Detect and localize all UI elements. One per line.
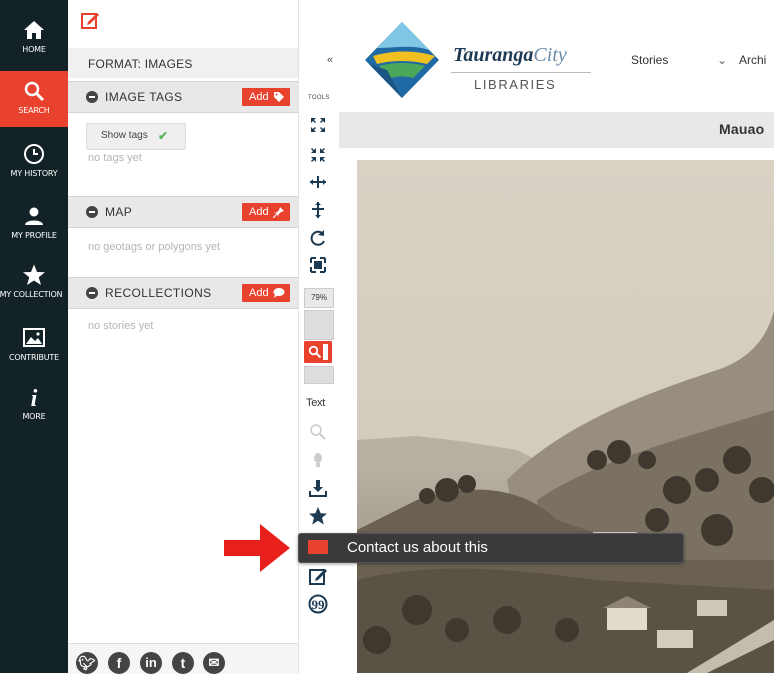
zoom-track bbox=[304, 366, 334, 384]
collapse-icon[interactable] bbox=[86, 206, 98, 218]
home-icon bbox=[24, 21, 44, 39]
svg-text:99: 99 bbox=[312, 597, 326, 612]
red-arrow-annotation bbox=[224, 524, 290, 572]
rotate-icon[interactable] bbox=[308, 228, 328, 248]
text-lines-icon bbox=[323, 344, 328, 360]
show-tags-button[interactable]: Show tags ✔ bbox=[86, 123, 186, 150]
section-title: MAP bbox=[105, 205, 133, 219]
lightbulb-icon bbox=[314, 453, 322, 467]
linkedin-icon[interactable]: in bbox=[140, 652, 162, 674]
expand-icon[interactable] bbox=[308, 115, 328, 135]
info-icon: i bbox=[31, 386, 38, 409]
zoom-slider[interactable] bbox=[304, 310, 334, 340]
search-in-image-button[interactable] bbox=[304, 341, 332, 363]
nav-more[interactable]: i MORE bbox=[0, 385, 68, 421]
site-header: TaurangaCity LIBRARIES Stories ⌄ Archi bbox=[339, 0, 774, 113]
fit-screen-icon[interactable] bbox=[308, 255, 328, 275]
tag-icon bbox=[274, 92, 284, 102]
fit-height-icon[interactable] bbox=[308, 200, 328, 220]
search-icon bbox=[24, 81, 45, 102]
main-area: TaurangaCity LIBRARIES Stories ⌄ Archi M… bbox=[339, 0, 774, 673]
collapse-icon[interactable] bbox=[86, 287, 98, 299]
nav-label: MY COLLECTION bbox=[0, 290, 63, 299]
tooltip-text: Contact us about this bbox=[347, 539, 488, 556]
nav-label: CONTRIBUTE bbox=[9, 353, 59, 362]
nav-home[interactable]: HOME bbox=[0, 18, 68, 54]
email-icon[interactable]: ✉ bbox=[203, 652, 225, 674]
panel-header bbox=[68, 0, 298, 48]
collapse-icon[interactable] bbox=[86, 91, 98, 103]
nav-history[interactable]: MY HISTORY bbox=[0, 142, 68, 178]
brand-name: TaurangaCity bbox=[453, 44, 567, 66]
tumblr-icon[interactable]: t bbox=[172, 652, 194, 674]
nav-label: HOME bbox=[22, 45, 46, 54]
email-icon bbox=[308, 540, 328, 554]
nav-collection[interactable]: MY COLLECTION bbox=[0, 263, 68, 299]
chevron-down-icon[interactable]: ⌄ bbox=[717, 53, 727, 67]
facebook-icon[interactable]: f bbox=[108, 652, 130, 674]
nav-label: MY PROFILE bbox=[11, 231, 57, 240]
nav-search[interactable]: SEARCH bbox=[0, 71, 68, 127]
shrink-icon[interactable] bbox=[308, 145, 328, 165]
brand-divider bbox=[451, 72, 591, 73]
map-empty: no geotags or polygons yet bbox=[88, 241, 221, 253]
add-recollection-button[interactable]: Add bbox=[242, 284, 290, 302]
nav-stories[interactable]: Stories bbox=[631, 53, 668, 67]
section-title: RECOLLECTIONS bbox=[105, 286, 212, 300]
download-icon[interactable] bbox=[308, 478, 328, 498]
add-map-button[interactable]: Add bbox=[242, 203, 290, 221]
star-icon bbox=[23, 264, 45, 285]
recollections-empty: no stories yet bbox=[88, 320, 154, 332]
star-icon[interactable] bbox=[308, 506, 328, 526]
zoom-level: 79% bbox=[304, 288, 334, 308]
clock-icon bbox=[24, 144, 44, 164]
historic-photo[interactable] bbox=[357, 160, 774, 673]
nav-label: SEARCH bbox=[18, 106, 50, 115]
checkmark-icon: ✔ bbox=[158, 129, 169, 143]
tools-label: TOOLS bbox=[308, 95, 330, 101]
collapse-panel-icon[interactable]: « bbox=[327, 54, 333, 66]
search-disabled-icon bbox=[310, 424, 326, 440]
add-tag-button[interactable]: Add bbox=[242, 88, 290, 106]
image-tags-header[interactable]: IMAGE TAGS Add bbox=[68, 81, 298, 113]
contact-tooltip[interactable]: Contact us about this bbox=[298, 533, 684, 563]
pin-icon bbox=[273, 207, 284, 218]
format-label: FORMAT: IMAGES bbox=[88, 57, 193, 71]
twitter-icon[interactable]: 🐦︎ bbox=[76, 652, 98, 674]
recollections-header[interactable]: RECOLLECTIONS Add bbox=[68, 277, 298, 309]
user-icon bbox=[25, 207, 43, 225]
edit-icon[interactable] bbox=[80, 10, 100, 30]
tauranga-logo-icon[interactable] bbox=[363, 20, 441, 100]
edit-icon[interactable] bbox=[308, 566, 328, 586]
map-header[interactable]: MAP Add bbox=[68, 196, 298, 228]
fit-width-icon[interactable] bbox=[308, 172, 328, 192]
speech-bubble-icon bbox=[273, 288, 285, 298]
section-title: IMAGE TAGS bbox=[105, 90, 183, 104]
tags-empty: no tags yet bbox=[88, 152, 142, 164]
nav-profile[interactable]: MY PROFILE bbox=[0, 204, 68, 240]
search-icon bbox=[308, 345, 322, 359]
title-bar: Mauao bbox=[339, 112, 774, 148]
image-icon bbox=[23, 328, 45, 347]
nav-label: MY HISTORY bbox=[10, 169, 58, 178]
brand-subtitle: LIBRARIES bbox=[474, 77, 557, 92]
main-nav: HOME SEARCH MY HISTORY MY PROFILE MY COL… bbox=[0, 0, 68, 673]
nav-contribute[interactable]: CONTRIBUTE bbox=[0, 326, 68, 362]
page-title: Mauao bbox=[719, 121, 765, 137]
svg-text:i: i bbox=[31, 386, 38, 409]
nav-archives[interactable]: Archi bbox=[739, 53, 766, 67]
text-tool-button[interactable]: Text bbox=[306, 397, 325, 409]
format-bar: FORMAT: IMAGES bbox=[68, 48, 298, 78]
tools-column: « TOOLS 79% Text 99 bbox=[298, 0, 340, 673]
quote-icon[interactable]: 99 bbox=[308, 594, 328, 614]
nav-label: MORE bbox=[22, 412, 46, 421]
